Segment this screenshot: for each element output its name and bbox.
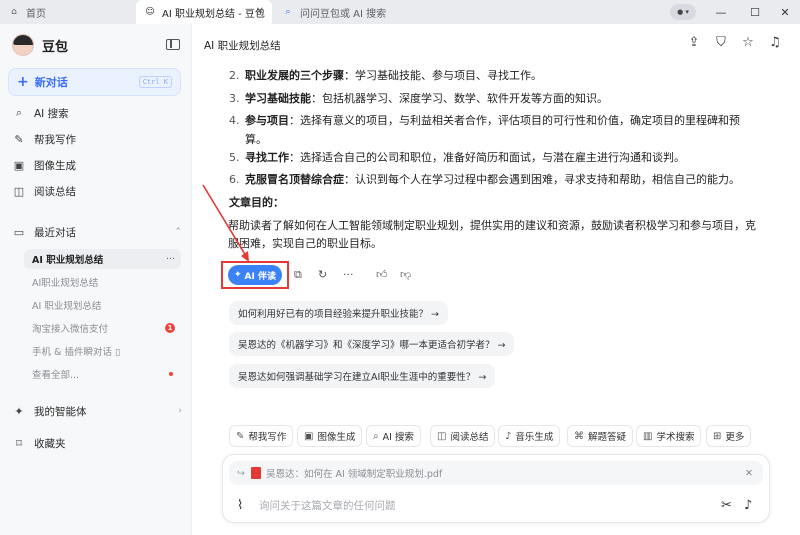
tool-label: 帮我写作 <box>248 432 287 443</box>
ai-search-icon: ⌕ <box>373 430 379 442</box>
chat-input[interactable] <box>259 497 699 515</box>
thumbs-up-icon[interactable]: 👍︎ <box>376 268 388 281</box>
tool-label: 学术搜索 <box>656 432 695 443</box>
tool-academic[interactable]: ▥ 学术搜索 <box>636 425 702 447</box>
tool-label: AI 搜索 <box>382 432 414 443</box>
copy-icon[interactable]: ⧉ <box>294 268 302 282</box>
ai-companion-button[interactable]: ✦ AI 伴读 <box>228 265 282 285</box>
chat-input-box: ↪ 吴恩达：如何在 AI 领域制定职业规划.pdf ✕ ⌇ ✂ ♪ <box>222 454 770 523</box>
music-icon: ♪ <box>505 430 512 442</box>
tool-label: 音乐生成 <box>515 432 554 443</box>
tool-label: 图像生成 <box>317 432 356 443</box>
suggestion-chip[interactable]: 吴恩达如何强调基础学习在建立AI职业生涯中的重要性？ → <box>229 364 496 388</box>
attachment-icon[interactable]: ⌇ <box>237 498 243 513</box>
more-grid-icon: ⊞ <box>713 430 722 442</box>
tool-reading[interactable]: ◫ 阅读总结 <box>430 425 496 447</box>
tool-image[interactable]: ▣ 图像生成 <box>297 425 363 447</box>
image-icon: ▣ <box>304 430 314 442</box>
reference-attachment: ↪ 吴恩达：如何在 AI 领域制定职业规划.pdf ✕ <box>229 461 763 485</box>
book-icon: ◫ <box>437 430 447 442</box>
tool-music[interactable]: ♪ 音乐生成 <box>498 425 561 447</box>
thumbs-down-icon[interactable]: 👎︎ <box>400 268 411 281</box>
suggestion-chip[interactable]: 如何利用好已有的项目经验来提升职业技能？ → <box>229 301 448 325</box>
tool-writing[interactable]: ✎ 帮我写作 <box>229 425 294 447</box>
scissors-icon[interactable]: ✂ <box>721 498 732 513</box>
tool-label: 更多 <box>725 432 745 443</box>
close-icon[interactable]: ✕ <box>745 468 753 479</box>
solve-icon: ⌘ <box>574 430 584 442</box>
pen-icon: ✎ <box>236 430 245 442</box>
tool-solve[interactable]: ⌘ 解题答疑 <box>567 425 634 447</box>
chart-icon: ▥ <box>643 430 653 442</box>
tool-label: 阅读总结 <box>450 432 489 443</box>
more-options-icon[interactable]: ··· <box>343 268 354 281</box>
suggestion-chip[interactable]: 吴恩达的《机器学习》和《深度学习》哪一本更适合初学者？ → <box>229 332 515 356</box>
microphone-icon[interactable]: ♪ <box>744 498 752 513</box>
ai-companion-label: AI 伴读 <box>244 271 276 282</box>
pdf-icon <box>250 467 261 479</box>
reply-arrow-icon: ↪ <box>237 467 245 479</box>
tool-more[interactable]: ⊞ 更多 <box>706 425 752 447</box>
reference-name: 吴恩达：如何在 AI 领域制定职业规划.pdf <box>265 469 443 480</box>
tool-ai-search[interactable]: ⌕ AI 搜索 <box>366 425 421 447</box>
tool-label: 解题答疑 <box>588 432 627 443</box>
regenerate-icon[interactable]: ↻ <box>318 268 327 281</box>
sparkle-icon: ✦ <box>234 270 242 280</box>
